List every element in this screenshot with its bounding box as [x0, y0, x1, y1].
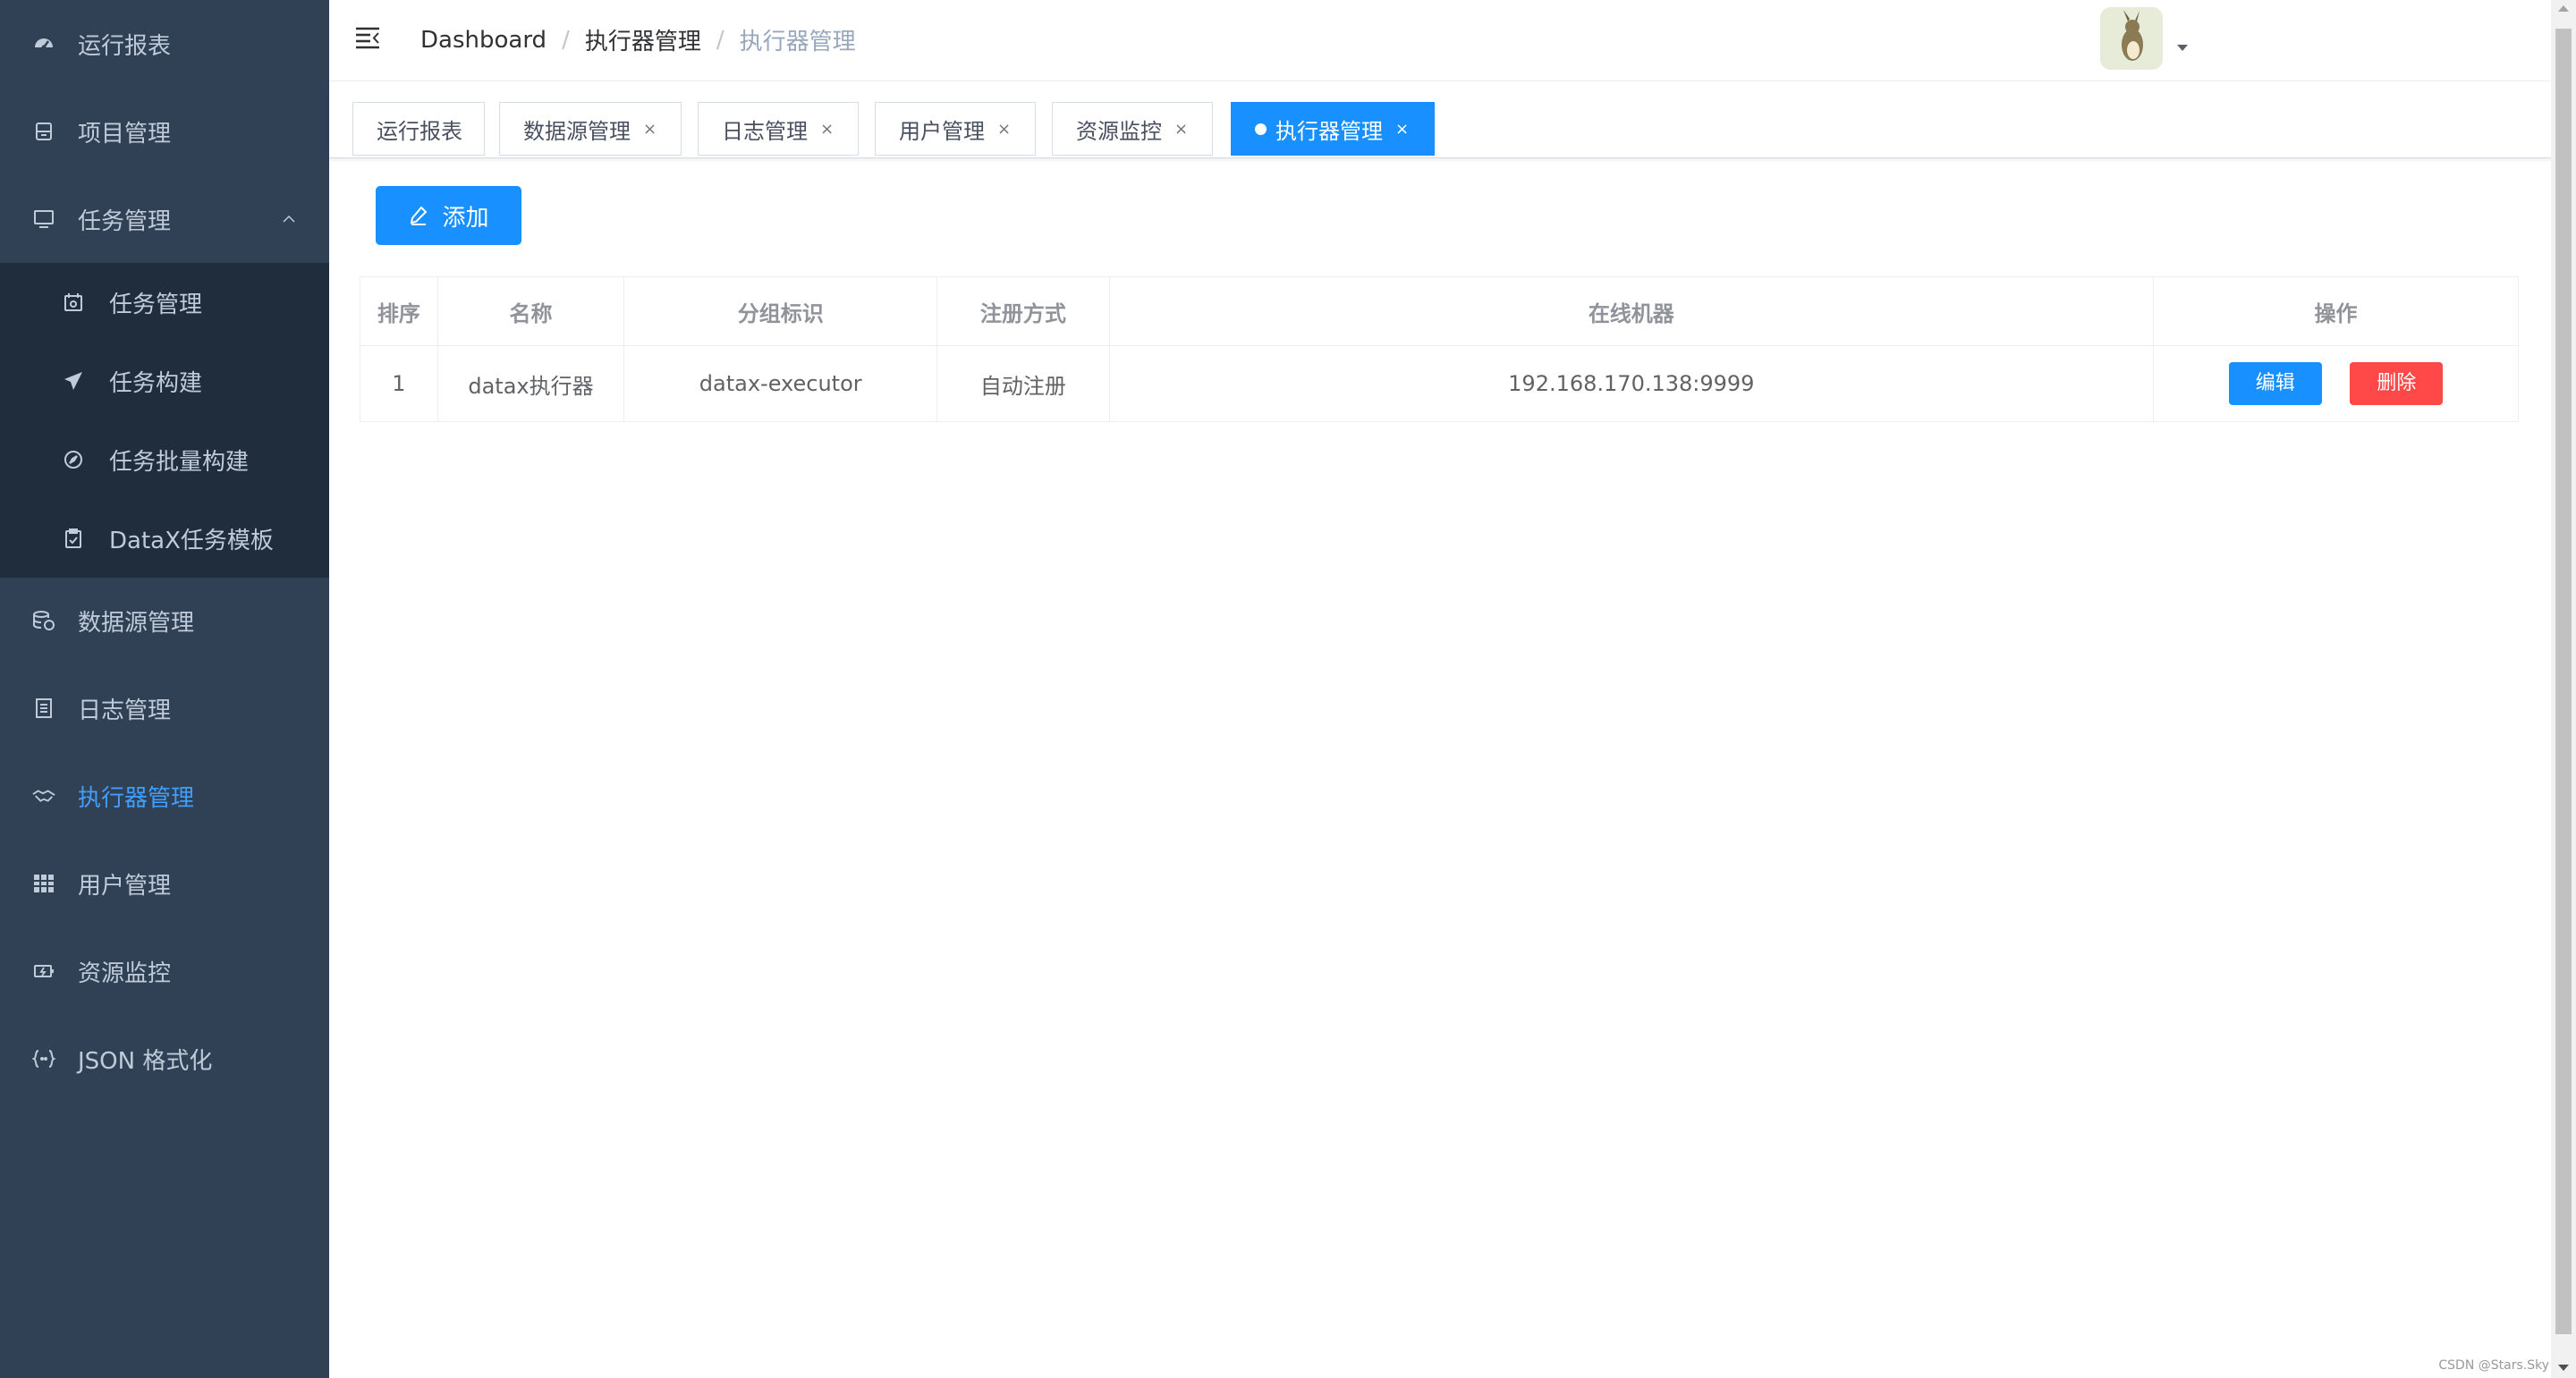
table-header-row: 排序 名称 分组标识 注册方式 在线机器 操作 — [360, 276, 2519, 346]
tag-label: 运行报表 — [377, 118, 462, 144]
sidebar-item-json[interactable]: JSON 格式化 — [0, 1015, 329, 1103]
scroll-up-arrow-icon[interactable] — [2558, 5, 2569, 12]
avatar[interactable] — [2100, 7, 2163, 70]
breadcrumb-separator: / — [716, 26, 724, 54]
handshake-icon — [32, 784, 55, 807]
cell-register-type: 自动注册 — [936, 345, 1110, 422]
submenu-item-label: 任务批量构建 — [109, 448, 250, 476]
executor-table: 排序 名称 分组标识 注册方式 在线机器 操作 1 datax执行器 datax… — [360, 276, 2519, 422]
caret-down-icon[interactable] — [2177, 45, 2188, 51]
table-row: 1 datax执行器 datax-executor 自动注册 192.168.1… — [360, 345, 2519, 422]
sidebar-item-projects[interactable]: 项目管理 — [0, 88, 329, 175]
active-dot-icon — [1255, 123, 1267, 135]
tag-label: 数据源管理 — [523, 118, 631, 144]
database-icon — [32, 120, 55, 143]
breadcrumb-item-executor[interactable]: 执行器管理 — [585, 23, 701, 56]
edit-button[interactable]: 编辑 — [2228, 362, 2322, 405]
tag-label: 执行器管理 — [1275, 118, 1383, 144]
tag-label: 资源监控 — [1076, 118, 1162, 144]
submenu-tasks: 任务管理 任务构建 任务批量构建 DataX任务模板 — [0, 263, 329, 578]
delete-button[interactable]: 删除 — [2350, 362, 2444, 405]
column-header: 注册方式 — [936, 276, 1110, 346]
paper-plane-icon — [63, 370, 84, 392]
scroll-down-arrow-icon[interactable] — [2558, 1365, 2569, 1371]
submenu-item-datax-template[interactable]: DataX任务模板 — [0, 499, 329, 578]
sidebar-item-label: 任务管理 — [78, 207, 172, 235]
tag-label: 用户管理 — [899, 118, 985, 144]
chevron-up-icon — [283, 213, 295, 225]
submenu-item-task-batch-build[interactable]: 任务批量构建 — [0, 420, 329, 499]
close-icon[interactable]: × — [820, 120, 834, 139]
compass-icon — [63, 449, 84, 470]
tag-label: 日志管理 — [722, 118, 808, 144]
tags-view: 运行报表 数据源管理 × 日志管理 × 用户管理 × 资源监控 × 执行器管理 … — [329, 81, 2551, 158]
document-icon — [32, 697, 55, 720]
add-button[interactable]: 添加 — [376, 186, 521, 245]
cell-actions: 编辑 删除 — [2153, 345, 2519, 422]
sidebar: 运行报表 项目管理 任务管理 任务管理 任务构建 任务批量构建 DataX任务模… — [0, 0, 329, 1378]
column-header: 排序 — [360, 276, 438, 346]
breadcrumb-separator: / — [562, 26, 570, 54]
datasource-icon — [32, 609, 55, 632]
sidebar-item-logs[interactable]: 日志管理 — [0, 664, 329, 752]
close-icon[interactable]: × — [643, 120, 657, 139]
sidebar-item-label: 数据源管理 — [78, 609, 195, 637]
breadcrumb: Dashboard / 执行器管理 / 执行器管理 — [420, 23, 856, 56]
dashboard-icon — [32, 32, 55, 55]
sidebar-item-tasks[interactable]: 任务管理 — [0, 175, 329, 263]
monitor-icon — [32, 207, 55, 231]
tag-executor[interactable]: 执行器管理 × — [1231, 102, 1435, 156]
sidebar-item-executor[interactable]: 执行器管理 — [0, 752, 329, 840]
close-icon[interactable]: × — [997, 120, 1011, 139]
tag-logs[interactable]: 日志管理 × — [698, 102, 859, 156]
column-header: 操作 — [2153, 276, 2519, 346]
column-header: 分组标识 — [623, 276, 938, 346]
sidebar-item-users[interactable]: 用户管理 — [0, 840, 329, 927]
column-header: 在线机器 — [1108, 276, 2155, 346]
edit-icon — [408, 205, 429, 226]
sidebar-item-datasource[interactable]: 数据源管理 — [0, 577, 329, 664]
sidebar-item-label: 用户管理 — [78, 872, 172, 900]
sidebar-item-label: 运行报表 — [78, 32, 172, 60]
breadcrumb-item-current: 执行器管理 — [739, 29, 856, 55]
scrollbar-thumb[interactable] — [2555, 29, 2572, 1334]
cell-order: 1 — [360, 345, 438, 422]
submenu-item-label: 任务管理 — [109, 291, 203, 318]
tag-users[interactable]: 用户管理 × — [875, 102, 1036, 156]
sidebar-item-label: 资源监控 — [78, 960, 172, 987]
submenu-item-task-manage[interactable]: 任务管理 — [0, 263, 329, 342]
braces-icon — [32, 1047, 55, 1070]
cell-name: datax执行器 — [436, 345, 625, 422]
sidebar-item-label: 执行器管理 — [78, 784, 195, 812]
tag-monitor[interactable]: 资源监控 × — [1052, 102, 1213, 156]
tag-datasource[interactable]: 数据源管理 × — [499, 102, 682, 156]
sidebar-item-dashboard[interactable]: 运行报表 — [0, 0, 329, 88]
sidebar-item-label: 日志管理 — [78, 697, 172, 724]
sidebar-item-monitor[interactable]: 资源监控 — [0, 927, 329, 1015]
add-button-label: 添加 — [442, 204, 489, 232]
tag-dashboard[interactable]: 运行报表 — [352, 102, 485, 156]
close-icon[interactable]: × — [1174, 120, 1188, 139]
sidebar-item-label: 项目管理 — [78, 120, 172, 148]
sidebar-item-label: JSON 格式化 — [78, 1047, 213, 1075]
submenu-item-task-build[interactable]: 任务构建 — [0, 342, 329, 420]
hamburger-icon[interactable] — [354, 25, 381, 50]
column-header: 名称 — [436, 276, 625, 346]
submenu-item-label: 任务构建 — [109, 369, 203, 397]
vertical-scrollbar[interactable] — [2551, 0, 2576, 1378]
close-icon[interactable]: × — [1395, 120, 1409, 139]
breadcrumb-item-dashboard[interactable]: Dashboard — [420, 27, 547, 54]
navbar: Dashboard / 执行器管理 / 执行器管理 — [329, 0, 2551, 81]
watermark: CSDN @Stars.Sky — [2438, 1358, 2549, 1373]
battery-icon — [32, 960, 55, 983]
cell-appname: datax-executor — [623, 345, 938, 422]
clipboard-icon — [63, 528, 84, 549]
table-icon — [32, 872, 55, 895]
submenu-item-label: DataX任务模板 — [109, 527, 274, 554]
cell-address: 192.168.170.138:9999 — [1108, 345, 2155, 422]
calendar-icon — [63, 292, 84, 313]
